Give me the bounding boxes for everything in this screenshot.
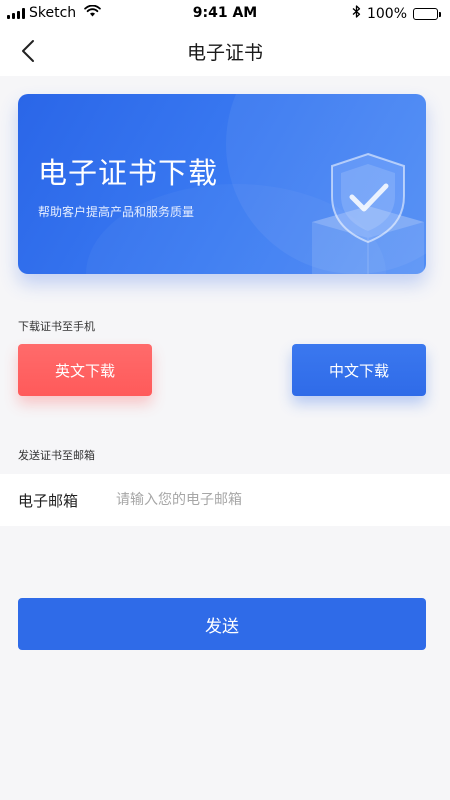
- email-field-label: 电子邮箱: [18, 492, 79, 510]
- battery-percent: 100%: [366, 5, 407, 22]
- top-bar: Sketch 9:41 AM 100% 电子证书: [0, 0, 450, 76]
- send-button[interactable]: 发送: [18, 598, 426, 650]
- certificate-screen: Sketch 9:41 AM 100% 电子证书 电子证书下载 帮助客户提高产品…: [0, 0, 450, 800]
- banner-subtitle: 帮助客户提高产品和服务质量: [38, 205, 195, 219]
- email-row: 电子邮箱: [0, 474, 450, 526]
- page-title: 电子证书: [186, 42, 263, 64]
- status-right: 100%: [352, 5, 441, 22]
- chinese-download-button[interactable]: 中文下载: [292, 344, 426, 396]
- email-section-label: 发送证书至邮箱: [18, 449, 95, 462]
- battery-icon: [413, 7, 441, 20]
- bluetooth-icon: [352, 5, 361, 22]
- banner-title: 电子证书下载: [38, 156, 219, 190]
- status-bar: Sketch 9:41 AM 100%: [0, 0, 450, 26]
- nav-bar: 电子证书: [0, 26, 450, 76]
- certificate-banner: 电子证书下载 帮助客户提高产品和服务质量: [18, 94, 426, 274]
- download-section-label: 下载证书至手机: [18, 320, 95, 333]
- email-field[interactable]: [116, 484, 426, 516]
- english-download-button[interactable]: 英文下载: [18, 344, 152, 396]
- shield-check-icon: [312, 152, 424, 274]
